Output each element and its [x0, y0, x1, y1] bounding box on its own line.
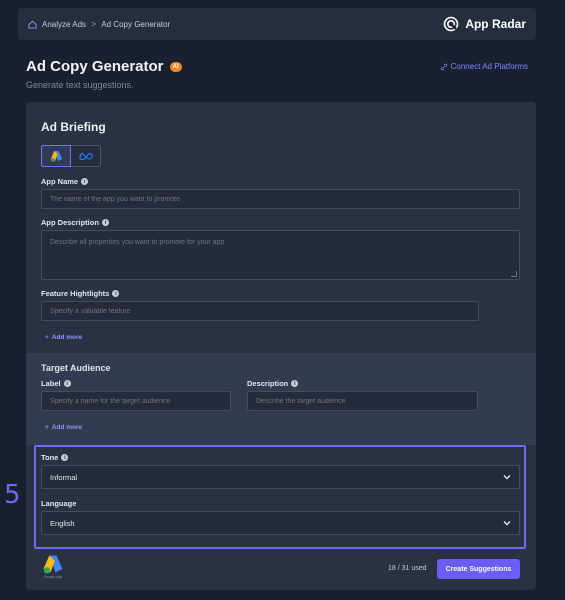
add-more-label: Add more: [51, 334, 83, 341]
audience-description-text: Description: [247, 379, 289, 388]
info-icon[interactable]: i: [291, 380, 299, 387]
breadcrumb-separator: >: [91, 19, 97, 29]
app-radar-logo-icon: [444, 16, 459, 32]
app-description-textarea[interactable]: Describe all properties you want to prom…: [41, 230, 520, 280]
meta-platform-button[interactable]: [71, 145, 101, 167]
connect-link-label: Connect Ad Platforms: [450, 62, 528, 71]
top-bar: Analyze Ads > Ad Copy Generator App Rada…: [18, 8, 536, 40]
google-ads-caption: Google Ads: [43, 575, 63, 579]
page-header: Ad Copy Generator AI Generate text sugge…: [26, 58, 536, 90]
app-description-label: App Description i: [41, 218, 109, 227]
ad-briefing-title: Ad Briefing: [41, 120, 106, 134]
feature-highlights-label-text: Feature Hightlights: [41, 289, 110, 298]
app-name-input[interactable]: [41, 189, 520, 209]
feature-highlights-label: Feature Hightlights i: [41, 289, 120, 298]
plus-icon: +: [45, 424, 49, 431]
step-number: 5: [4, 480, 21, 510]
breadcrumb-analyze-ads[interactable]: Analyze Ads: [42, 20, 86, 29]
google-ads-icon: [50, 151, 62, 162]
ai-badge: AI: [169, 61, 182, 72]
add-more-label: Add more: [51, 424, 83, 431]
audience-description-input[interactable]: [247, 391, 478, 411]
target-audience-section: Target Audience Label i Description i + …: [26, 353, 536, 445]
app-description-placeholder: Describe all properties you want to prom…: [50, 239, 225, 246]
platform-toggle: [41, 145, 101, 167]
audience-label-label: Label i: [41, 379, 71, 388]
brand[interactable]: App Radar: [443, 16, 526, 32]
home-icon[interactable]: [28, 20, 37, 29]
brand-name: App Radar: [465, 17, 526, 31]
resize-handle-icon[interactable]: [511, 271, 517, 277]
google-ads-platform-button[interactable]: [41, 145, 71, 167]
info-icon[interactable]: i: [63, 380, 71, 387]
usage-counter: 18 / 31 used: [388, 565, 427, 572]
add-audience-button[interactable]: + Add more: [45, 424, 82, 431]
page-title: Ad Copy Generator: [26, 58, 164, 75]
plus-icon: +: [45, 334, 49, 341]
breadcrumb-ad-copy-generator: Ad Copy Generator: [101, 19, 171, 29]
info-icon[interactable]: i: [101, 219, 109, 226]
meta-icon: [78, 152, 93, 160]
target-audience-title: Target Audience: [41, 363, 111, 373]
step-highlight-box: [34, 445, 526, 549]
add-feature-button[interactable]: + Add more: [45, 334, 82, 341]
google-ads-icon: [43, 555, 63, 574]
link-icon: [440, 63, 447, 70]
app-name-label: App Name i: [41, 177, 89, 186]
breadcrumb: Analyze Ads > Ad Copy Generator: [28, 19, 170, 29]
info-icon[interactable]: i: [112, 290, 120, 297]
google-ads-footer-logo: Google Ads: [40, 554, 66, 584]
info-icon[interactable]: i: [81, 178, 89, 185]
app-description-label-text: App Description: [41, 218, 99, 227]
app-name-label-text: App Name: [41, 177, 79, 186]
feature-highlight-input[interactable]: [41, 301, 479, 321]
audience-label-input[interactable]: [41, 391, 231, 411]
connect-ad-platforms-link[interactable]: Connect Ad Platforms: [440, 62, 528, 71]
page-subtitle: Generate text suggestions.: [26, 80, 134, 90]
audience-description-label: Description i: [247, 379, 299, 388]
create-suggestions-button[interactable]: Create Suggestions: [437, 559, 520, 579]
audience-label-text: Label: [41, 379, 61, 388]
